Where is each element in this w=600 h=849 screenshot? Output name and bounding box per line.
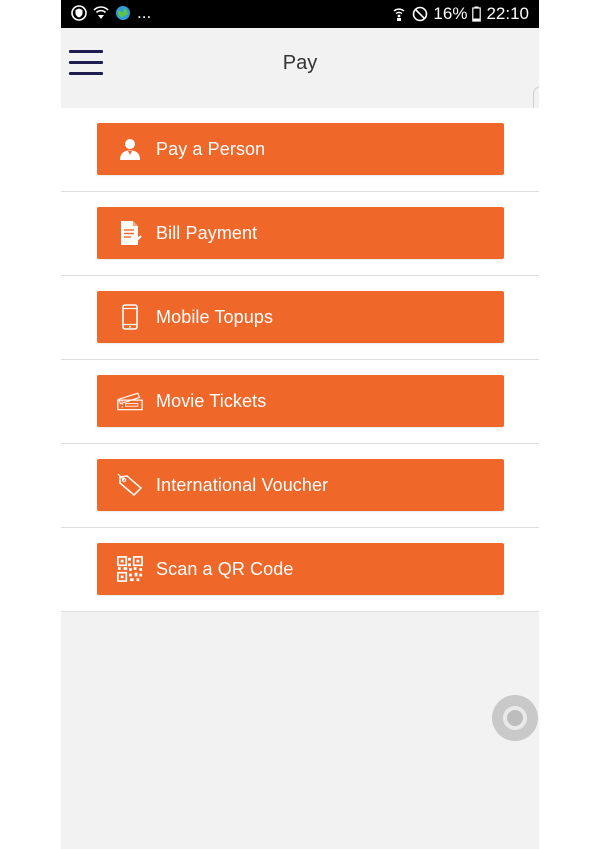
international-voucher-button[interactable]: International Voucher: [97, 459, 504, 511]
status-bar-left: ...: [71, 4, 151, 22]
button-label: Scan a QR Code: [156, 558, 294, 579]
phone-screen: ... 16% 22:10 Pay Pay a Person Bill Paym…: [61, 0, 539, 849]
list-item: Movie Tickets: [61, 360, 539, 444]
assistive-touch-button[interactable]: [492, 695, 538, 741]
button-label: Pay a Person: [156, 138, 266, 159]
status-bar: ... 16% 22:10: [61, 0, 539, 28]
battery-icon: [472, 6, 482, 22]
app-bar: Pay: [61, 28, 539, 108]
shield-icon: [71, 5, 87, 21]
battery-percent: 16%: [433, 4, 468, 23]
person-icon: [117, 135, 143, 163]
status-bar-right: 16% 22:10: [391, 4, 529, 24]
assistive-touch-icon: [503, 706, 527, 730]
wifi-call-icon: [391, 6, 407, 22]
mobile-phone-icon: [117, 303, 143, 331]
pay-a-person-button[interactable]: Pay a Person: [97, 123, 504, 175]
list-item: Bill Payment: [61, 192, 539, 276]
bill-payment-button[interactable]: Bill Payment: [97, 207, 504, 259]
scan-qr-code-button[interactable]: Scan a QR Code: [97, 543, 504, 595]
list-item: Scan a QR Code: [61, 528, 539, 612]
globe-icon: [115, 5, 131, 21]
clock: 22:10: [486, 4, 529, 23]
bill-document-icon: [117, 219, 143, 247]
pay-options-list: Pay a Person Bill Payment Mobile Topups: [61, 108, 539, 612]
button-label: International Voucher: [156, 474, 329, 495]
ticket-icon: [117, 387, 143, 415]
status-overflow-dots: ...: [137, 3, 152, 22]
page-title: Pay: [282, 52, 318, 74]
list-item: Mobile Topups: [61, 276, 539, 360]
qr-code-icon: [117, 555, 143, 583]
button-label: Bill Payment: [156, 222, 258, 243]
button-label: Mobile Topups: [156, 306, 274, 327]
movie-tickets-button[interactable]: Movie Tickets: [97, 375, 504, 427]
do-not-disturb-icon: [412, 6, 428, 22]
voucher-tag-icon: [117, 471, 143, 499]
wifi-shield-icon: [93, 5, 109, 21]
list-item: Pay a Person: [61, 108, 539, 192]
button-label: Movie Tickets: [156, 390, 267, 411]
list-item: International Voucher: [61, 444, 539, 528]
mobile-topups-button[interactable]: Mobile Topups: [97, 291, 504, 343]
